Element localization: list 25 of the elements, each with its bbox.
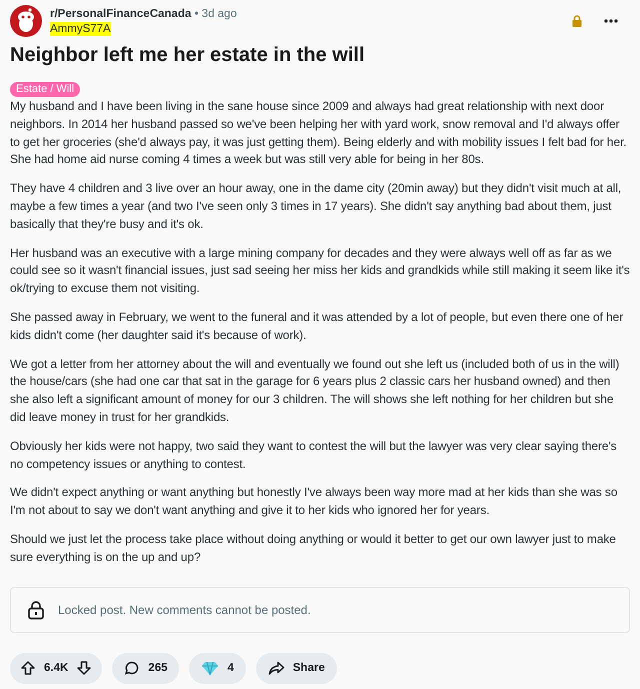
body-paragraph: We didn't expect anything or want anything but honestly I've always been way more mad at her kids than she was so I'm not about to say we don't want anything and give it to her kids who ignored her for years. xyxy=(10,484,618,520)
comments-button[interactable]: 265 xyxy=(112,652,180,684)
body-paragraph: They have 4 children and 3 live over an hour away, one in the dame city (20min away) but they didn't visit much at all, maybe a few times a year (and two I've seen only 3 times in 17 years). She didn't say anything bad about them, just basically that they're busy and it's ok. xyxy=(10,180,622,233)
post-title: Neighbor left me her estate in the will xyxy=(10,43,366,68)
body-paragraph: Her husband was an executive with a large mining company for decades and they were always well off as far as we could see so it wasn't financial issues, just sad seeing her miss her kids and grandkids while still making it seem like it's ok/trying to excuse them not visiting. xyxy=(10,244,630,298)
more-options-icon[interactable] xyxy=(604,19,618,23)
awards-button[interactable]: 4 xyxy=(189,652,246,684)
body-paragraph: Should we just let the process take place without doing anything or would it better to get our own lawyer just to make sure everything is on the up and up? xyxy=(10,530,617,566)
upvote-icon[interactable] xyxy=(20,660,36,676)
comment-icon xyxy=(124,660,140,676)
subreddit-avatar-icon[interactable] xyxy=(10,5,42,37)
body-paragraph: We got a letter from her attorney about the will and eventually we found out she left us (included both of us in the will) the house/cars (she had one car that sat in the garage for 6 years plus 2 classic cars her husband owned) and then she also left a significant amount of money for our 3 children. The will shows she left nothing for her children but she did leave money in trust for her grandkids. xyxy=(10,356,620,426)
body-paragraph: My husband and I have been living in the sane house since 2009 and always had great relationship with next door neighbors. In 2014 her husband passed so we've been helping her with yard work, snow removal and I'd always offer to get her groceries (she'd always pay, it was just getting them). Being elderly and with mobility issues I felt bad for her. She had home aid nurse coming 4 times a week but was still very able for being in her 80s. xyxy=(10,98,628,168)
post-time: • 3d ago xyxy=(194,8,237,20)
vote-count: 6.4K xyxy=(44,662,68,674)
share-icon xyxy=(268,660,285,676)
body-paragraph: She passed away in February, we went to the funeral and it was attended by a lot of people, but even there one of her kids didn't come (her daughter said it's because of work). xyxy=(10,308,624,344)
body-paragraph: Obviously her kids were not happy, two said they want to contest the will but the lawyer was very clear saying there's no competency issues or anything to contest. xyxy=(10,438,618,473)
locked-notice-text: Locked post. New comments cannot be posted. xyxy=(58,602,311,617)
share-button[interactable]: Share xyxy=(256,652,337,684)
lock-icon xyxy=(27,600,45,620)
downvote-icon[interactable] xyxy=(76,660,92,676)
diamond-icon xyxy=(201,660,220,676)
subreddit-name[interactable]: r/PersonalFinanceCanada xyxy=(50,8,192,20)
author-name[interactable]: AmmyS77A xyxy=(50,22,111,36)
